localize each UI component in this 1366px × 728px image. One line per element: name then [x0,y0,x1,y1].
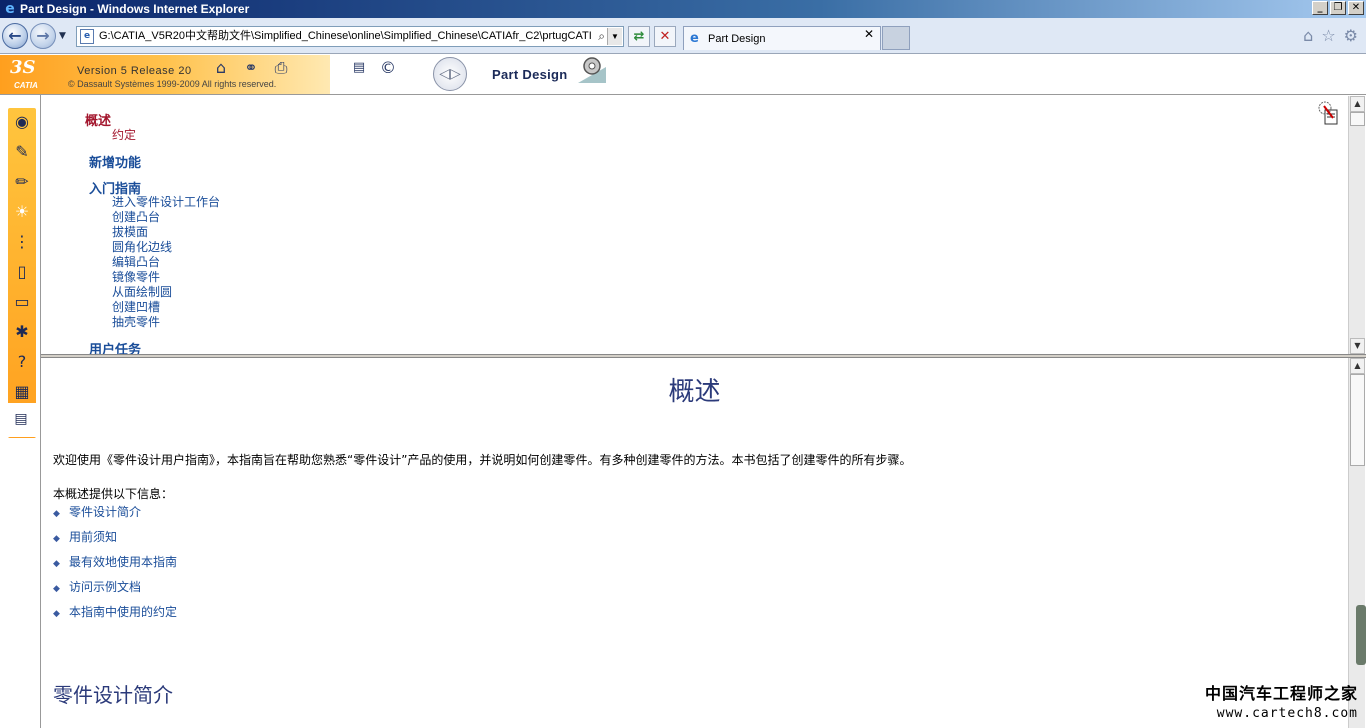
toc-sync-icon[interactable] [1318,100,1340,126]
home-icon[interactable]: ⌂ [1303,26,1313,45]
help-play-icon[interactable]: ? [8,348,36,376]
toc-frame: 概述 约定 新增功能 入门指南 进入零件设计工作台 创建凸台 拔模面 圆角化边线… [41,96,1348,354]
watermark-cn: 中国汽车工程师之家 [1204,684,1358,703]
address-bar[interactable]: e G:\CATIA_V5R20中文帮助文件\Simplified_Chines… [76,26,624,47]
toc-item-conventions[interactable]: 约定 [112,126,136,143]
back-arrow-icon: ← [8,26,22,45]
search-icon[interactable]: ⌕ [598,27,605,46]
sketcher-icon[interactable]: ◉ [8,108,36,136]
column-icon[interactable]: ▯ [8,258,36,286]
watermark-url: www.cartech8.com [1216,706,1358,721]
close-window-button[interactable]: ✕ [1348,1,1364,15]
version-label: Version 5 Release 20 [77,65,192,77]
copyright-icon[interactable]: © [377,58,399,78]
section-heading: 零件设计简介 [53,683,173,707]
back-button[interactable]: ← [2,23,28,49]
diamond-bullet-icon: ◆ [53,534,60,544]
diamond-bullet-icon: ◆ [53,609,60,619]
part-edit-icon[interactable]: ✎ [8,138,36,166]
part-design-gear-icon [578,57,606,83]
copyright-text: © Dassault Systèmes 1999-2009 All rights… [68,79,277,89]
scroll-thumb[interactable] [1350,112,1365,126]
product-title: Part Design [492,67,568,82]
light-icon[interactable]: ☀ [8,198,36,226]
link-text[interactable]: 用前须知 [69,530,117,544]
link-text[interactable]: 零件设计简介 [69,505,141,519]
list-item[interactable]: ◆ 本指南中使用的约定 [53,603,177,620]
minimize-button[interactable]: _ [1312,1,1328,15]
scroll-down-icon[interactable]: ▼ [1350,338,1365,354]
page-icon: e [80,29,94,44]
link-text[interactable]: 最有效地使用本指南 [69,555,177,569]
catia-logo: 3S CATIA [4,57,44,93]
ie-logo-icon: e [5,1,15,17]
list-item[interactable]: ◆ 访问示例文档 [53,578,141,595]
search-binoculars-icon[interactable]: ⚭ [240,58,262,78]
tab-close-button[interactable]: ✕ [864,27,874,41]
diamond-bullet-icon: ◆ [53,509,60,519]
palette-icon[interactable]: ✱ [8,318,36,346]
forward-arrow-icon: → [36,26,50,45]
page-title: 概述 [668,377,721,407]
toc-section-whats-new[interactable]: 新增功能 [89,152,141,171]
restore-button[interactable]: ❐ [1330,1,1346,15]
document-list-icon[interactable]: ▤ [7,405,35,433]
toc-section-user-tasks[interactable]: 用户任务 [89,339,141,354]
window-controls: _ ❐ ✕ [1312,1,1364,15]
list-item[interactable]: ◆ 用前须知 [53,528,117,545]
overview-subheading: 本概述提供以下信息： [53,487,174,501]
window-title: Part Design - Windows Internet Explorer [20,2,250,16]
ds-logo-text: 3S [10,57,36,78]
toc-section-overview[interactable]: 概述 [85,110,111,129]
left-toolbar-bottom: ▤ [6,403,36,437]
catia-logo-text: CATIA [14,81,38,90]
address-text: G:\CATIA_V5R20中文帮助文件\Simplified_Chinese\… [99,30,592,42]
list-item[interactable]: ◆ 最有效地使用本指南 [53,553,177,570]
book-icon[interactable]: ▤ [348,58,370,78]
stop-icon: ✕ [659,29,671,44]
scroll-thumb[interactable] [1350,374,1365,466]
link-text[interactable]: 本指南中使用的约定 [69,605,177,619]
address-dropdown-icon[interactable]: ▼ [607,28,622,45]
left-toolbar: ◉ ✎ ✏ ☀ ⋮ ▯ ▭ ✱ ? ▦ [8,108,36,438]
navigation-bar: ← → ▼ e G:\CATIA_V5R20中文帮助文件\Simplified_… [0,18,1366,54]
history-dropdown-icon[interactable]: ▼ [59,31,66,41]
home-doc-icon[interactable]: ⌂ [210,58,232,78]
browser-tool-icons: ⌂ ☆ ⚙ [1303,26,1358,45]
new-tab-button[interactable] [882,26,910,50]
list-item[interactable]: ◆ 零件设计简介 [53,503,141,520]
browser-tab[interactable]: e Part Design ✕ [683,26,881,50]
tab-ie-icon: e [690,31,699,46]
side-widget-handle[interactable] [1356,605,1366,665]
refresh-button[interactable]: ⇄ [628,26,650,47]
toc-scrollbar[interactable]: ▲ ▼ [1348,96,1365,354]
refresh-icon: ⇄ [633,29,645,44]
tools-gear-icon[interactable]: ⚙ [1344,26,1358,45]
intro-paragraph: 欢迎使用《零件设计用户指南》，本指南旨在帮助您熟悉“零件设计”产品的使用，并说明… [53,453,912,467]
scroll-up-icon[interactable]: ▲ [1350,96,1365,112]
catia-doc-header: 3S CATIA Version 5 Release 20 © Dassault… [0,55,1366,95]
window-search-icon[interactable]: ▭ [8,288,36,316]
link-text[interactable]: 访问示例文档 [69,580,141,594]
print-icon[interactable]: ⎙ [270,58,292,78]
compass-navigation-icon[interactable]: ◁▷ [433,57,467,91]
diamond-bullet-icon: ◆ [53,584,60,594]
scroll-up-icon[interactable]: ▲ [1350,358,1365,374]
pencil-icon[interactable]: ✏ [8,168,36,196]
forward-button[interactable]: → [30,23,56,49]
window-title-bar: e Part Design - Windows Internet Explore… [0,0,1366,18]
watermark: 中国汽车工程师之家 www.cartech8.com [1205,680,1358,721]
diamond-bullet-icon: ◆ [53,559,60,569]
tab-label: Part Design [708,33,766,45]
favorites-star-icon[interactable]: ☆ [1321,26,1335,45]
dotted-box-icon[interactable]: ⋮ [8,228,36,256]
layout-icon[interactable]: ▦ [8,378,36,406]
stop-button[interactable]: ✕ [654,26,676,47]
content-frame: 概述 欢迎使用《零件设计用户指南》，本指南旨在帮助您熟悉“零件设计”产品的使用，… [41,358,1348,728]
toc-item[interactable]: 抽壳零件 [112,313,160,330]
content-scrollbar[interactable]: ▲ [1348,358,1365,728]
